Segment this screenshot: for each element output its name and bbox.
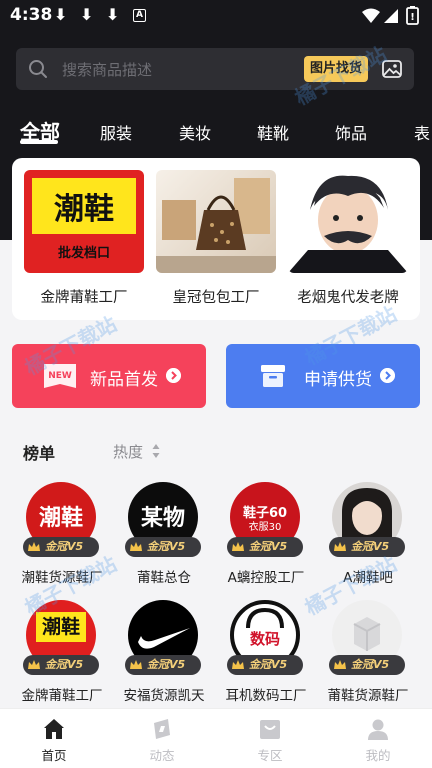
gold-crown-badge: 金冠V5 [227,655,303,675]
crown-icon [232,542,244,551]
battery-icon: ! [406,6,419,25]
new-products-button[interactable]: NEW 新品首发 [12,344,206,408]
logo-text: 潮鞋 [32,178,136,234]
crown-icon [130,542,142,551]
box-icon [261,365,285,387]
sort-by-popularity[interactable]: 热度 [113,441,143,462]
search-bar[interactable]: 搜索商品描述 图片找货 [16,48,414,90]
shop-name: 金牌莆鞋工厂 [21,688,103,704]
arrow-right-icon [380,368,395,383]
nav-home[interactable]: 首页 [0,709,108,768]
download-icon: ⬇ [80,5,94,24]
shop-icon [260,720,280,739]
crown-icon [334,660,346,669]
crown-icon [232,660,244,669]
search-input[interactable]: 搜索商品描述 [62,59,152,80]
download-icon: ⬇ [54,5,68,24]
system-icons: ! [362,6,419,25]
shop-name: A螭控股工厂 [227,570,305,586]
svg-text:NEW: NEW [48,371,72,381]
search-icon [29,60,47,78]
shop-name: 耳机数码工厂 [225,688,307,704]
nav-moments[interactable]: 动态 [108,709,216,768]
shop-logo: 潮鞋 批发档口 [24,170,144,273]
featured-shop[interactable]: 皇冠包包工厂 [156,170,276,307]
status-bar: 4:38 ⬇ ⬇ ⬇ A ! [0,0,432,32]
image-icon[interactable] [381,58,403,80]
handbag-photo [156,170,276,273]
download-icon: ⬇ [106,5,120,24]
signal-icon [384,9,398,23]
arrow-right-icon [166,368,181,383]
bottom-navigation: 首页 动态 专区 我的 [0,708,432,768]
image-search-button[interactable]: 图片找货 [304,56,369,82]
category-tabs: 全部 服装 美妆 鞋靴 饰品 表 [0,116,432,146]
shop-name: 安福货源凯天 [123,688,205,704]
featured-shop-name: 金牌莆鞋工厂 [40,290,128,306]
new-badge-icon: NEW [44,364,76,388]
shop-name: 潮鞋货源鞋厂 [21,570,103,586]
featured-shop[interactable]: 潮鞋 批发档口 金牌莆鞋工厂 [24,170,144,307]
featured-shop[interactable]: 老烟鬼代发老牌 [288,170,408,307]
headphones-icon [246,608,284,629]
gold-crown-badge: 金冠V5 [329,655,405,675]
logo-text: 潮鞋 [38,506,83,531]
new-products-label: 新品首发 [90,370,158,390]
sort-icon[interactable] [152,443,160,459]
svg-text:!: ! [410,12,415,23]
apply-supply-label: 申请供货 [304,370,372,390]
crown-icon [28,542,40,551]
compass-icon [154,719,170,739]
nav-label: 首页 [41,748,67,763]
logo-text: 某物 [140,505,185,531]
nav-label: 我的 [365,748,391,763]
active-tab-indicator [20,140,58,144]
shop-name: 莆鞋货源鞋厂 [327,688,409,704]
notification-a-icon: A [133,9,146,22]
tab-beauty[interactable]: 美妆 [179,120,211,144]
wifi-icon [362,8,380,23]
tab-watches[interactable]: 表 [414,120,430,144]
apply-supply-button[interactable]: 申请供货 [226,344,420,408]
status-time: 4:38 [10,5,53,25]
logo-text: 潮鞋 [36,612,86,642]
crown-icon [334,542,346,551]
gold-crown-badge: 金冠V5 [125,537,201,557]
nav-zone[interactable]: 专区 [216,709,324,768]
gold-crown-badge: 金冠V5 [23,655,99,675]
featured-shop-name: 皇冠包包工厂 [172,290,260,306]
logo-text: 数码 [249,630,280,648]
nav-label: 专区 [257,748,283,763]
nav-profile[interactable]: 我的 [324,709,432,768]
shop-name: 莆鞋总仓 [137,570,191,586]
gold-crown-badge: 金冠V5 [23,537,99,557]
logo-subtext: 衣服30 [248,522,282,533]
user-icon [368,719,388,740]
tab-shoes[interactable]: 鞋靴 [257,120,289,144]
tab-accessories[interactable]: 饰品 [335,120,367,144]
featured-shop-name: 老烟鬼代发老牌 [297,290,399,306]
logo-subtext: 批发档口 [57,246,110,261]
crown-icon [130,660,142,669]
ranking-title: 榜单 [23,444,56,463]
gold-crown-badge: 金冠V5 [227,537,303,557]
nav-label: 动态 [149,748,175,763]
cartoon-avatar [288,170,408,273]
gold-crown-badge: 金冠V5 [125,655,201,675]
featured-shops-card: 潮鞋 批发档口 金牌莆鞋工厂 皇冠包包工厂 老烟鬼代发老牌 [12,158,420,320]
gold-crown-badge: 金冠V5 [329,537,405,557]
crown-icon [28,660,40,669]
tab-clothing[interactable]: 服装 [100,120,132,144]
home-icon [44,719,64,739]
shop-name: A潮鞋吧 [343,570,393,586]
